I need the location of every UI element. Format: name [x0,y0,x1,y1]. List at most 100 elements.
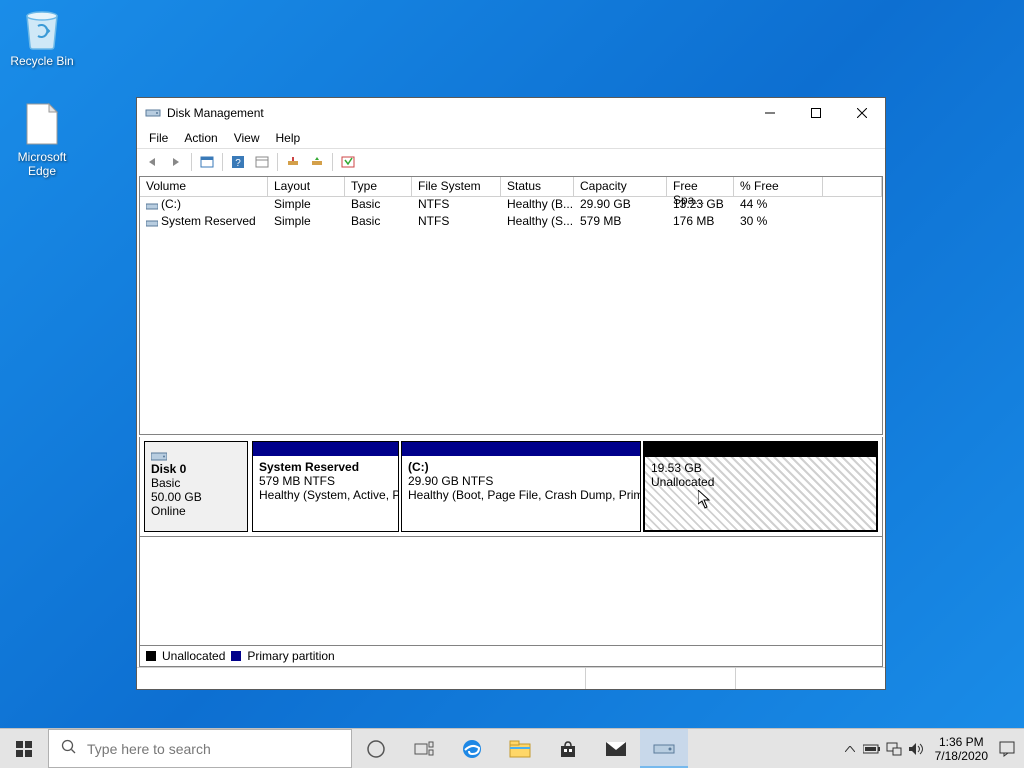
legend-label: Unallocated [162,649,225,663]
partition-name: (C:) [408,460,634,474]
column-header-layout[interactable]: Layout [268,177,345,197]
window-title: Disk Management [167,106,747,120]
partition-unallocated[interactable]: 19.53 GB Unallocated [643,441,878,532]
toolbar-button[interactable] [306,151,328,173]
partition-c[interactable]: (C:) 29.90 GB NTFS Healthy (Boot, Page F… [401,441,641,532]
volume-free: 176 MB [667,214,734,231]
volume-layout: Simple [268,197,345,214]
show-hide-console-button[interactable] [196,151,218,173]
column-header-pctfree[interactable]: % Free [734,177,823,197]
partition-size: 579 MB NTFS [259,474,335,488]
cortana-button[interactable] [352,729,400,768]
column-header-freespace[interactable]: Free Spa... [667,177,734,197]
toolbar-button[interactable] [282,151,304,173]
store-taskbar-icon[interactable] [544,729,592,768]
menubar: File Action View Help [137,128,885,148]
disk-icon [151,450,167,462]
settings-button[interactable] [251,151,273,173]
volume-capacity: 579 MB [574,214,667,231]
column-header-filesystem[interactable]: File System [412,177,501,197]
taskbar-search[interactable]: Type here to search [48,729,352,768]
taskbar: Type here to search 1:36 PM 7/18/2020 [0,728,1024,768]
toolbar-button[interactable] [337,151,359,173]
action-center-icon[interactable] [996,729,1018,768]
legend-swatch-primary [231,651,241,661]
minimize-button[interactable] [747,98,793,128]
volume-name: System Reserved [161,214,256,228]
column-header-status[interactable]: Status [501,177,574,197]
desktop-icon-recycle-bin[interactable]: Recycle Bin [4,4,80,68]
tray-battery-icon[interactable] [861,729,883,768]
clock-date: 7/18/2020 [935,749,988,763]
toolbar-separator [222,153,223,171]
partition-stripe [402,442,640,456]
start-button[interactable] [0,729,48,768]
volume-fs: NTFS [412,197,501,214]
legend-swatch-unallocated [146,651,156,661]
recycle-bin-icon [18,4,66,52]
help-button[interactable]: ? [227,151,249,173]
toolbar: ? [137,148,885,174]
menu-help[interactable]: Help [268,130,309,146]
drive-icon [146,217,158,227]
volume-name: (C:) [161,197,181,211]
maximize-button[interactable] [793,98,839,128]
partition-name: System Reserved [259,460,392,474]
volume-list-body: (C:) Simple Basic NTFS Healthy (B... 29.… [140,197,882,434]
edge-taskbar-icon[interactable] [448,729,496,768]
toolbar-separator [191,153,192,171]
disk-management-window: Disk Management File Action View Help ? … [136,97,886,690]
mail-taskbar-icon[interactable] [592,729,640,768]
tray-chevron-up-icon[interactable] [839,729,861,768]
close-button[interactable] [839,98,885,128]
statusbar [137,667,885,689]
disk-size: 50.00 GB [151,490,202,504]
disk-map: Disk 0 Basic 50.00 GB Online System Rese… [139,437,883,537]
volume-list[interactable]: Volume Layout Type File System Status Ca… [139,176,883,435]
column-header-type[interactable]: Type [345,177,412,197]
column-header-empty[interactable] [823,177,882,197]
taskbar-clock[interactable]: 1:36 PM 7/18/2020 [927,735,996,763]
volume-type: Basic [345,214,412,231]
disk-name: Disk 0 [151,462,241,476]
volume-free: 13.23 GB [667,197,734,214]
volume-fs: NTFS [412,214,501,231]
partition-size: 19.53 GB [651,461,702,475]
file-icon [18,100,66,148]
disk-type: Basic [151,476,180,490]
volume-status: Healthy (B... [501,197,574,214]
taskbar-apps [352,729,688,768]
volume-row[interactable]: (C:) Simple Basic NTFS Healthy (B... 29.… [140,197,882,214]
back-button[interactable] [141,151,163,173]
disk-info[interactable]: Disk 0 Basic 50.00 GB Online [144,441,248,532]
partition-status: Healthy (System, Active, P [259,488,398,502]
toolbar-separator [332,153,333,171]
menu-view[interactable]: View [226,130,268,146]
toolbar-separator [277,153,278,171]
menu-action[interactable]: Action [176,130,225,146]
system-tray: 1:36 PM 7/18/2020 [839,729,1024,768]
volume-capacity: 29.90 GB [574,197,667,214]
partition-system-reserved[interactable]: System Reserved 579 MB NTFS Healthy (Sys… [252,441,399,532]
search-icon [61,739,77,758]
volume-row[interactable]: System Reserved Simple Basic NTFS Health… [140,214,882,231]
titlebar[interactable]: Disk Management [137,98,885,128]
column-header-volume[interactable]: Volume [140,177,268,197]
volume-layout: Simple [268,214,345,231]
file-explorer-taskbar-icon[interactable] [496,729,544,768]
desktop-icon-label: Microsoft Edge [4,150,80,178]
disk-management-icon [145,105,161,121]
taskview-button[interactable] [400,729,448,768]
drive-icon [146,200,158,210]
tray-volume-icon[interactable] [905,729,927,768]
legend: Unallocated Primary partition [139,646,883,667]
disk-management-taskbar-icon[interactable] [640,729,688,768]
partition-container: System Reserved 579 MB NTFS Healthy (Sys… [252,441,878,532]
menu-file[interactable]: File [141,130,176,146]
forward-button[interactable] [165,151,187,173]
partition-stripe [253,442,398,456]
volume-pct: 44 % [734,197,823,214]
tray-network-icon[interactable] [883,729,905,768]
desktop-icon-edge[interactable]: Microsoft Edge [4,100,80,178]
column-header-capacity[interactable]: Capacity [574,177,667,197]
